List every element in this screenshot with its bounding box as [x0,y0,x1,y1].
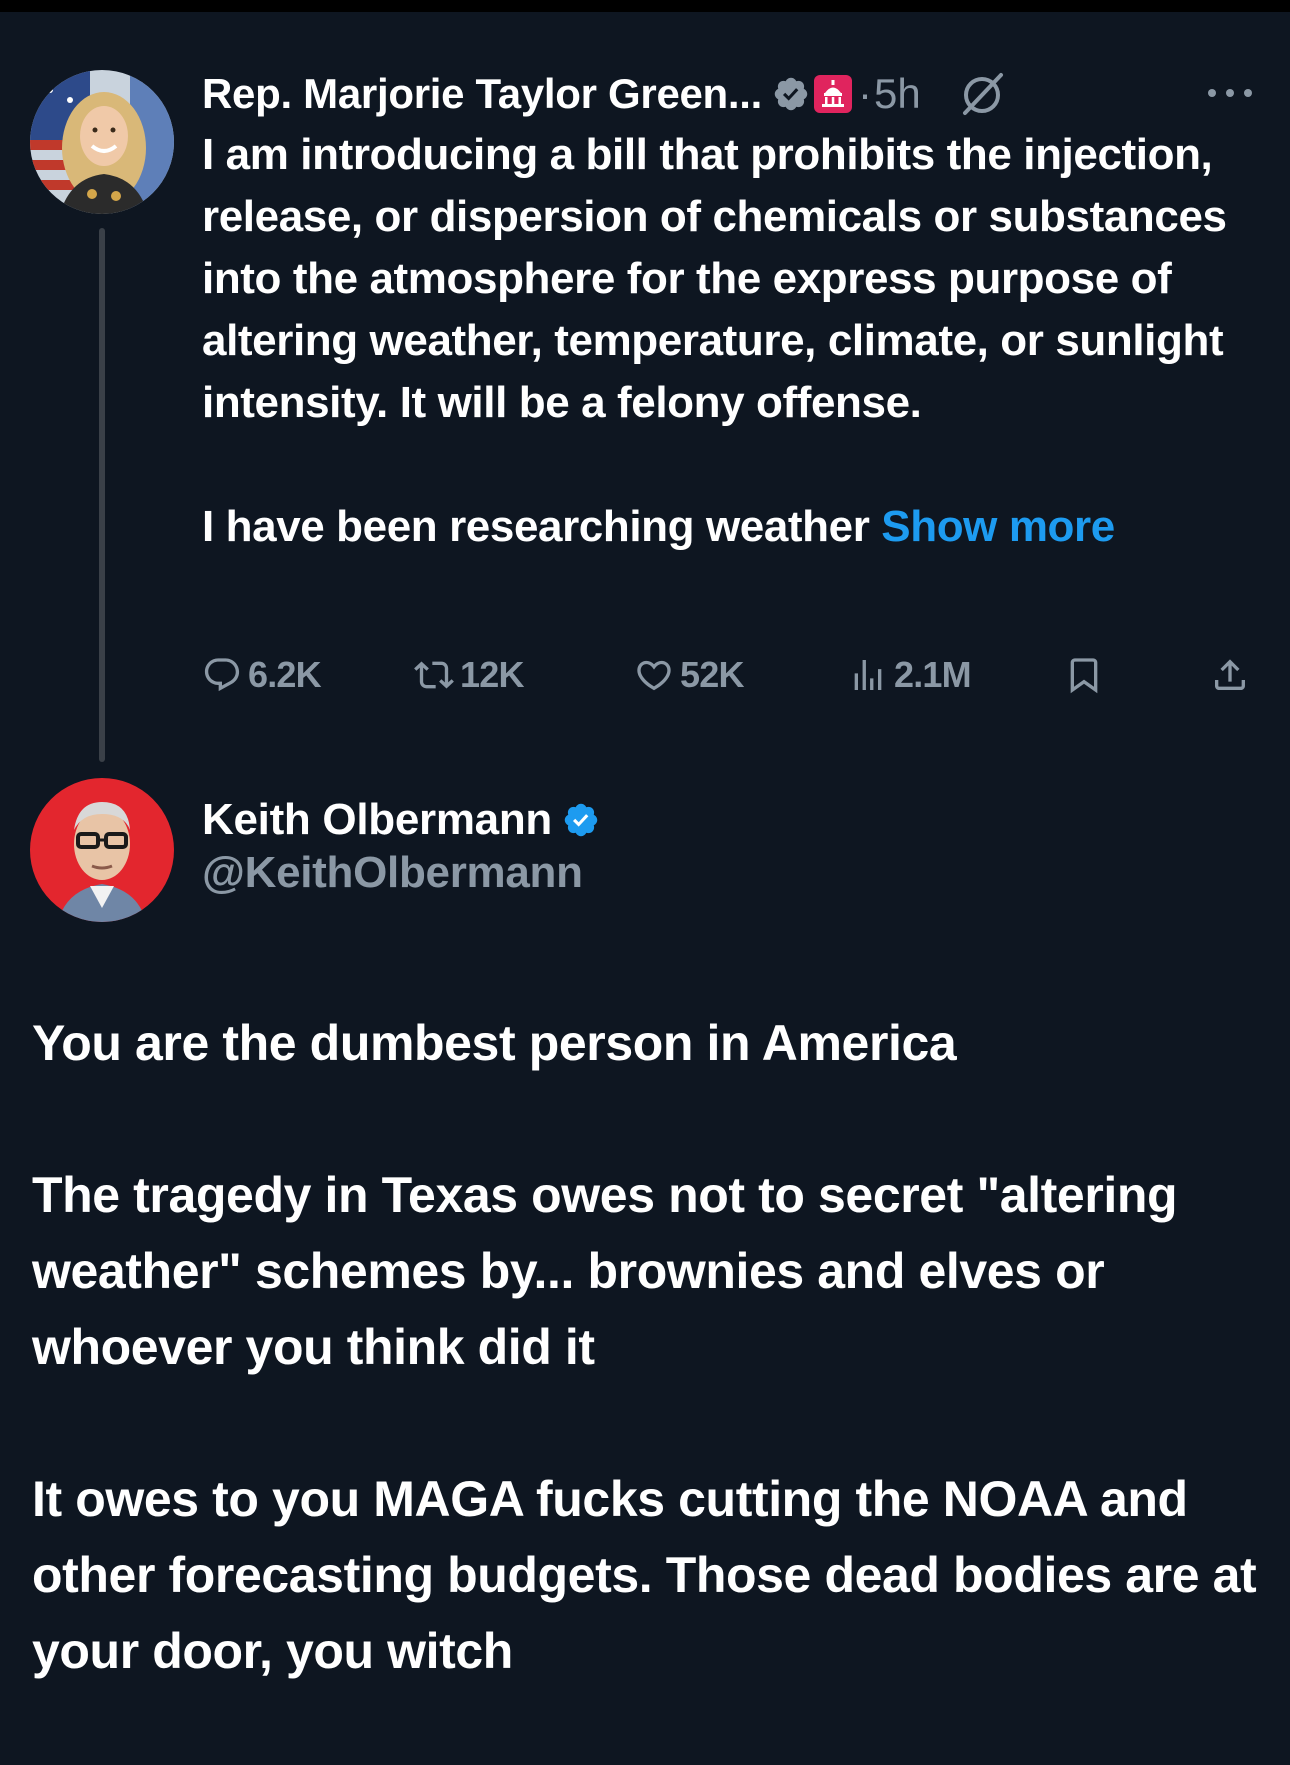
repost-count: 12K [460,654,524,695]
bookmark-button[interactable] [1064,650,1110,700]
reply-paragraph-2: The tragedy in Texas owes not to secret … [32,1167,1178,1375]
reply-paragraph-1: You are the dumbest person in America [32,1015,957,1071]
views-button[interactable]: 2.1M [848,650,972,700]
parent-tweet-text: I am introducing a bill that prohibits t… [202,124,1272,558]
reply-author-name[interactable]: Keith Olbermann [202,795,552,845]
bookmark-icon [1070,658,1098,694]
views-icon [854,660,882,690]
thread-connector-line [99,228,105,762]
repost-button[interactable]: 12K [414,650,524,700]
reply-button[interactable]: 6.2K [202,650,322,700]
reply-paragraph-3: It owes to you MAGA fucks cutting the NO… [32,1471,1257,1679]
more-icon[interactable] [1200,78,1260,108]
share-icon [1215,659,1245,690]
share-button[interactable] [1210,650,1256,700]
like-button[interactable]: 52K [634,650,744,700]
tweet-time[interactable]: 5h [874,70,921,118]
time-separator: · [858,70,873,117]
parent-tweet-paragraph-2: I have been researching weather Show mor… [202,496,1272,558]
reply-icon [204,658,240,692]
reply-text: You are the dumbest person in America Th… [32,1005,1262,1765]
capitol-icon [814,75,853,113]
parent-author-name[interactable]: Rep. Marjorie Taylor Green... [202,70,762,118]
repost-icon [414,661,454,689]
grok-icon[interactable] [957,69,1007,119]
action-bar: 6.2K 12K 52K 2.1M [202,650,1262,700]
like-icon [637,660,671,691]
reply-header: Keith Olbermann [202,790,600,850]
views-count: 2.1M [894,654,972,695]
verified-icon [772,75,810,113]
parent-tweet-header: Rep. Marjorie Taylor Green... · 5h [202,62,1007,126]
parent-tweet-paragraph-1: I am introducing a bill that prohibits t… [202,130,1227,427]
avatar-mtg[interactable] [30,70,174,214]
like-count: 52K [680,654,744,695]
verified-icon [562,801,600,839]
parent-tweet-truncated-text: I have been researching weather [202,502,870,551]
reply-handle[interactable]: @KeithOlbermann [202,848,583,898]
top-edge [0,0,1290,12]
show-more-link[interactable]: Show more [881,502,1115,551]
avatar-olbermann[interactable] [30,778,174,922]
reply-count: 6.2K [248,654,322,695]
